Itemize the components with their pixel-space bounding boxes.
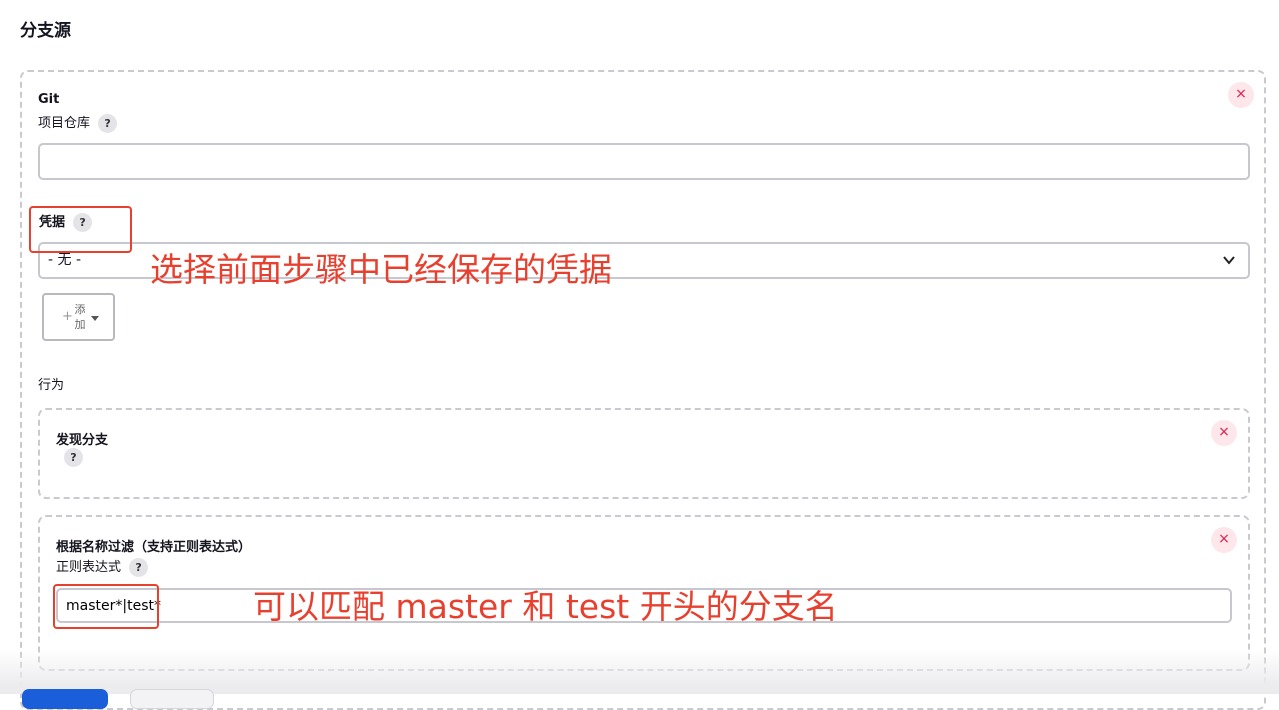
plus-icon: + <box>62 309 73 324</box>
annotation-credentials-note: 选择前面步骤中已经保存的凭据 <box>150 250 612 289</box>
annotation-regex-note: 可以匹配 master 和 test 开头的分支名 <box>253 587 838 626</box>
git-title: Git <box>38 92 60 107</box>
behaviors-label: 行为 <box>38 378 65 393</box>
annotation-highlight-credentials <box>29 206 132 253</box>
close-icon: × <box>1235 86 1247 102</box>
repo-label: 项目仓库 <box>38 116 91 131</box>
apply-button[interactable] <box>130 689 214 709</box>
regex-help-icon[interactable]: ? <box>129 558 149 577</box>
bottom-bar-shadow <box>0 650 1279 694</box>
regex-label: 正则表达式 <box>56 560 122 575</box>
discover-branches-panel <box>38 408 1250 499</box>
repo-help-icon[interactable]: ? <box>98 114 118 133</box>
close-icon: × <box>1218 531 1230 547</box>
remove-name-filter-button[interactable]: × <box>1211 527 1237 553</box>
credentials-selected-value: - 无 - <box>48 252 82 268</box>
discover-branches-help-icon[interactable]: ? <box>64 448 83 467</box>
save-button[interactable] <box>22 689 108 709</box>
name-filter-title: 根据名称过滤（支持正则表达式） <box>56 540 252 555</box>
regex-label-row: 正则表达式? <box>56 556 149 577</box>
repo-label-row: 项目仓库? <box>38 112 118 133</box>
remove-git-source-button[interactable]: × <box>1228 82 1254 108</box>
add-credentials-button[interactable]: + 添加 <box>42 293 115 341</box>
caret-down-icon <box>91 316 99 321</box>
repo-url-input[interactable] <box>38 143 1250 180</box>
annotation-highlight-regex <box>53 584 159 629</box>
discover-branches-title: 发现分支 <box>56 433 109 448</box>
section-title: 分支源 <box>20 21 71 41</box>
remove-discover-branches-button[interactable]: × <box>1211 420 1237 446</box>
add-button-label: 添加 <box>74 303 86 331</box>
chevron-down-icon <box>1223 256 1235 265</box>
close-icon: × <box>1218 424 1230 440</box>
